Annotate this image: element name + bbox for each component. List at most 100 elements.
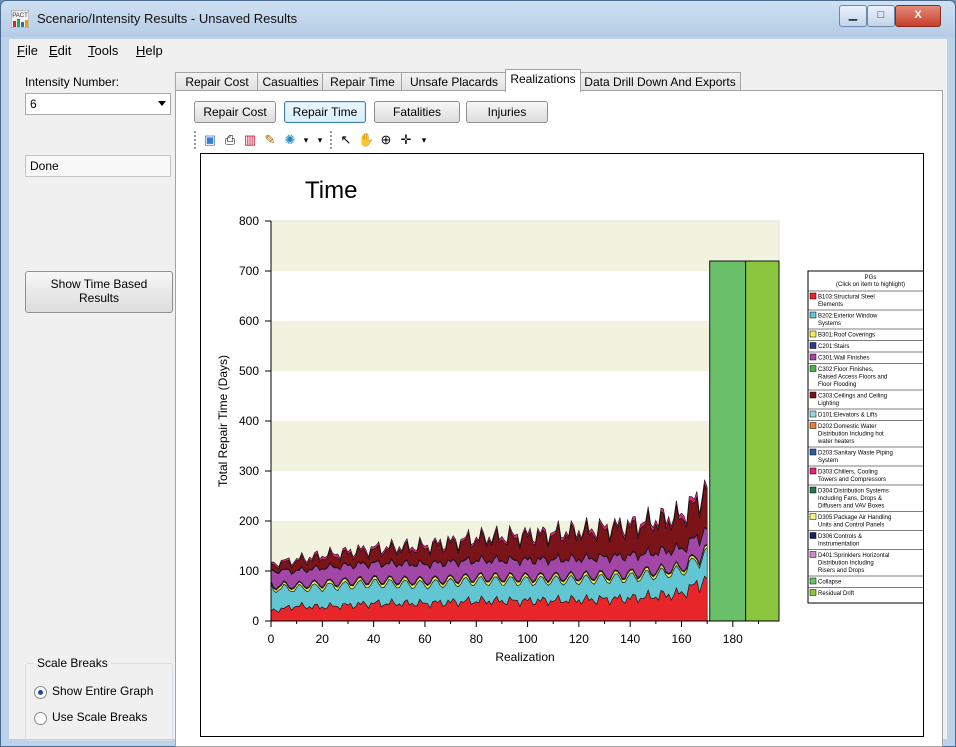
x-tick-label: 20 — [316, 632, 330, 646]
x-tick-label: 60 — [418, 632, 432, 646]
close-button[interactable]: X — [895, 5, 941, 27]
x-axis-label: Realization — [495, 650, 554, 664]
toolbar-grip[interactable] — [194, 131, 198, 149]
legend-swatch — [809, 448, 817, 456]
image-icon[interactable]: ▣ — [202, 132, 218, 148]
legend-swatch — [809, 467, 817, 475]
legend-subtitle: (Click on item to highlight) — [836, 282, 905, 288]
fatalities-button[interactable]: Fatalities — [374, 101, 460, 123]
intensity-dropdown[interactable]: 6 — [25, 93, 171, 115]
legend-swatch — [809, 410, 817, 418]
legend-item-label: Elements — [818, 302, 843, 308]
legend-item-label: Collapse — [818, 580, 842, 586]
legend-swatch — [809, 589, 817, 596]
y-tick-label: 300 — [239, 464, 259, 478]
show-time-based-results-label: Show Time Based Results — [50, 277, 148, 305]
chart-toolbar: ▣ ⎙ ▥ ✎ ✺ ▾ ▾ ↖ ✋ ⊕ ✛ ▾ — [194, 129, 494, 151]
menu-edit[interactable]: Edit — [49, 43, 71, 58]
legend-item-label: Raised Access Floors and — [818, 375, 887, 381]
y-tick-label: 800 — [239, 214, 259, 228]
scale-breaks-group: Scale Breaks Show Entire Graph Use Scale… — [25, 656, 173, 741]
chart-frame: Time 0 100 200 300 400 500 600 700 800 0 20 40 60 80 10… — [200, 153, 934, 737]
tab-realizations[interactable]: Realizations — [505, 69, 581, 92]
pointer-icon[interactable]: ↖ — [338, 132, 354, 148]
legend-item-label: D305:Package Air Handling — [818, 515, 891, 521]
repair-time-button[interactable]: Repair Time — [284, 101, 366, 123]
y-tick-label: 200 — [239, 514, 259, 528]
palette-icon[interactable]: ✎ — [262, 132, 278, 148]
toolbar-overflow-icon[interactable]: ▾ — [312, 132, 328, 148]
y-axis-label: Total Repair Time (Days) — [216, 355, 230, 487]
y-tick-label: 0 — [252, 614, 259, 628]
legend-swatch — [809, 330, 817, 338]
grid-band — [271, 421, 779, 471]
legend-item-label: System — [818, 458, 838, 464]
legend-item-label: B202:Exterior Window — [818, 314, 878, 320]
use-scale-breaks-radio[interactable] — [34, 712, 47, 725]
legend-item-label: D304:Distribution Systems — [818, 489, 889, 495]
y-tick-label: 700 — [239, 264, 259, 278]
y-tick-label: 100 — [239, 564, 259, 578]
toolbar-overflow-icon-2[interactable]: ▾ — [416, 132, 432, 148]
menu-help[interactable]: Help — [136, 43, 163, 58]
legend-swatch — [809, 311, 817, 319]
injuries-button[interactable]: Injuries — [466, 101, 548, 123]
minimize-button[interactable]: ▁ — [839, 5, 867, 27]
tab-unsafe-placards[interactable]: Unsafe Placards — [401, 72, 507, 91]
chart-title: Time — [305, 177, 357, 204]
menu-bar: File Edit Tools Help — [9, 39, 947, 61]
legend-swatch — [809, 551, 817, 558]
legend-item-label: Systems — [818, 321, 841, 327]
y-tick-label: 400 — [239, 414, 259, 428]
legend-item-label: D202:Domestic Water — [818, 424, 876, 430]
tab-data-drill-down[interactable]: Data Drill Down And Exports — [579, 72, 741, 91]
chart-gallery-icon[interactable]: ▥ — [242, 132, 258, 148]
hand-pan-icon[interactable]: ✋ — [358, 132, 374, 148]
y-tick-label: 500 — [239, 364, 259, 378]
menu-tools[interactable]: Tools — [88, 43, 118, 58]
legend-item-label: D203:Sanitary Waste Piping — [818, 451, 893, 457]
legend-item-label: C201:Stairs — [818, 344, 849, 350]
legend-item-label: B103:Structural Steel — [818, 295, 875, 301]
toolbar-grip-2[interactable] — [330, 131, 334, 149]
bar-16-0 — [745, 260, 780, 622]
legend-swatch — [809, 365, 817, 372]
legend-item-label: D303:Chillers, Cooling — [818, 470, 878, 476]
menu-file[interactable]: File — [17, 43, 38, 58]
title-bar[interactable]: PACT Scenario/Intensity Results - Unsave… — [1, 1, 955, 37]
tab-casualties[interactable]: Casualties — [257, 72, 324, 91]
use-scale-breaks-label[interactable]: Use Scale Breaks — [52, 710, 147, 724]
repair-cost-button[interactable]: Repair Cost — [194, 101, 276, 123]
zoom-icon[interactable]: ⊕ — [378, 132, 394, 148]
bar-15-0 — [709, 260, 747, 622]
status-text: Done — [30, 159, 59, 173]
tab-repair-time[interactable]: Repair Time — [322, 72, 403, 91]
legend-item-label: D306:Controls & — [818, 534, 862, 540]
show-time-based-results-button[interactable]: Show Time Based Results — [25, 271, 173, 313]
repair-time-chart[interactable]: Time 0 100 200 300 400 500 600 700 800 0 20 40 60 80 10… — [201, 154, 934, 736]
show-entire-graph-label[interactable]: Show Entire Graph — [52, 684, 153, 698]
client-area: File Edit Tools Help Intensity Number: 6… — [9, 39, 947, 747]
move-axis-icon[interactable]: ✛ — [398, 132, 414, 148]
legend-item-label: D101:Elevators & Lifts — [818, 413, 877, 419]
x-tick-label: 80 — [470, 632, 484, 646]
x-tick-label: 100 — [518, 632, 538, 646]
x-tick-label: 160 — [671, 632, 691, 646]
scale-breaks-title: Scale Breaks — [34, 656, 111, 670]
y-tick-label: 600 — [239, 314, 259, 328]
x-tick-label: 120 — [569, 632, 589, 646]
x-tick-label: 0 — [268, 632, 275, 646]
x-tick-label: 140 — [620, 632, 640, 646]
show-entire-graph-radio[interactable] — [34, 686, 47, 699]
maximize-button[interactable]: □ — [867, 5, 895, 27]
legend-swatch — [809, 342, 817, 349]
color-wheel-icon[interactable]: ✺ — [282, 132, 298, 148]
legend-item-label: B301:Roof Coverings — [818, 333, 875, 339]
tab-repair-cost[interactable]: Repair Cost — [175, 72, 259, 91]
print-icon[interactable]: ⎙ — [222, 132, 238, 148]
legend-swatch — [809, 486, 817, 494]
grid-band — [271, 221, 779, 271]
x-tick-label: 180 — [723, 632, 743, 646]
legend-item-label: C301:Wall Finishes — [818, 356, 869, 362]
legend-item-label: C303:Ceilings and Ceiling — [818, 394, 887, 400]
